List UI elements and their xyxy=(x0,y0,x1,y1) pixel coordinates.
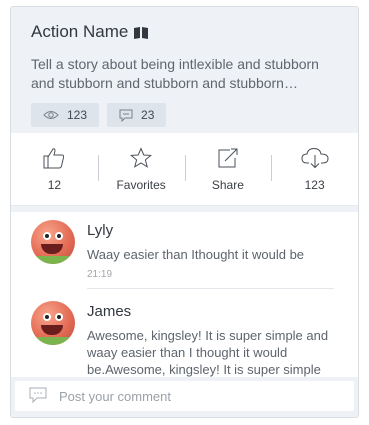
list-item: Lyly Waay easier than Ithought it would … xyxy=(31,212,358,289)
detail-card: Action Name Tell a story about being int… xyxy=(10,6,359,418)
views-count: 123 xyxy=(67,108,88,122)
comment-text: Waay easier than Ithought it would be xyxy=(87,247,305,262)
card-description: Tell a story about being intlexible and … xyxy=(31,56,319,91)
comment-composer: Post your comment xyxy=(11,377,358,417)
views-badge: 123 xyxy=(31,103,100,127)
share-label: Share xyxy=(211,177,244,192)
list-item: James Awesome, kingsley! It is super sim… xyxy=(31,289,358,378)
comments-badge: 23 xyxy=(107,103,167,127)
comments-list: Lyly Waay easier than Ithought it would … xyxy=(11,212,358,386)
cloud-download-icon xyxy=(301,147,329,174)
card-stats: 123 23 xyxy=(31,103,344,127)
like-button[interactable]: 12 xyxy=(11,133,98,205)
speech-bubble-icon xyxy=(119,109,133,122)
comments-count: 23 xyxy=(141,108,155,122)
book-icon xyxy=(134,26,149,39)
share-icon xyxy=(216,147,240,174)
card-title: Action Name xyxy=(31,22,129,41)
comment-text: Awesome, kingsley! It is super simple an… xyxy=(87,328,329,377)
comment-author[interactable]: James xyxy=(87,303,334,321)
thumbs-up-icon xyxy=(42,147,66,174)
comment-icon xyxy=(29,387,47,406)
favorites-button[interactable]: Favorites xyxy=(97,133,185,205)
comment-time: 21:19 xyxy=(87,269,334,289)
like-count: 12 xyxy=(47,177,62,192)
download-count: 123 xyxy=(304,177,325,192)
favorites-label: Favorites xyxy=(116,177,166,192)
download-button[interactable]: 123 xyxy=(271,133,358,205)
post-comment-placeholder: Post your comment xyxy=(59,388,171,404)
comment-author[interactable]: Lyly xyxy=(87,222,334,240)
card-header: Action Name Tell a story about being int… xyxy=(11,7,358,133)
post-comment-input[interactable]: Post your comment xyxy=(15,381,354,411)
action-bar: 12 Favorites Share 123 xyxy=(11,133,358,206)
avatar[interactable] xyxy=(31,301,75,345)
avatar[interactable] xyxy=(31,220,75,264)
share-button[interactable]: Share xyxy=(184,133,272,205)
star-icon xyxy=(130,146,153,174)
eye-icon xyxy=(43,110,59,120)
